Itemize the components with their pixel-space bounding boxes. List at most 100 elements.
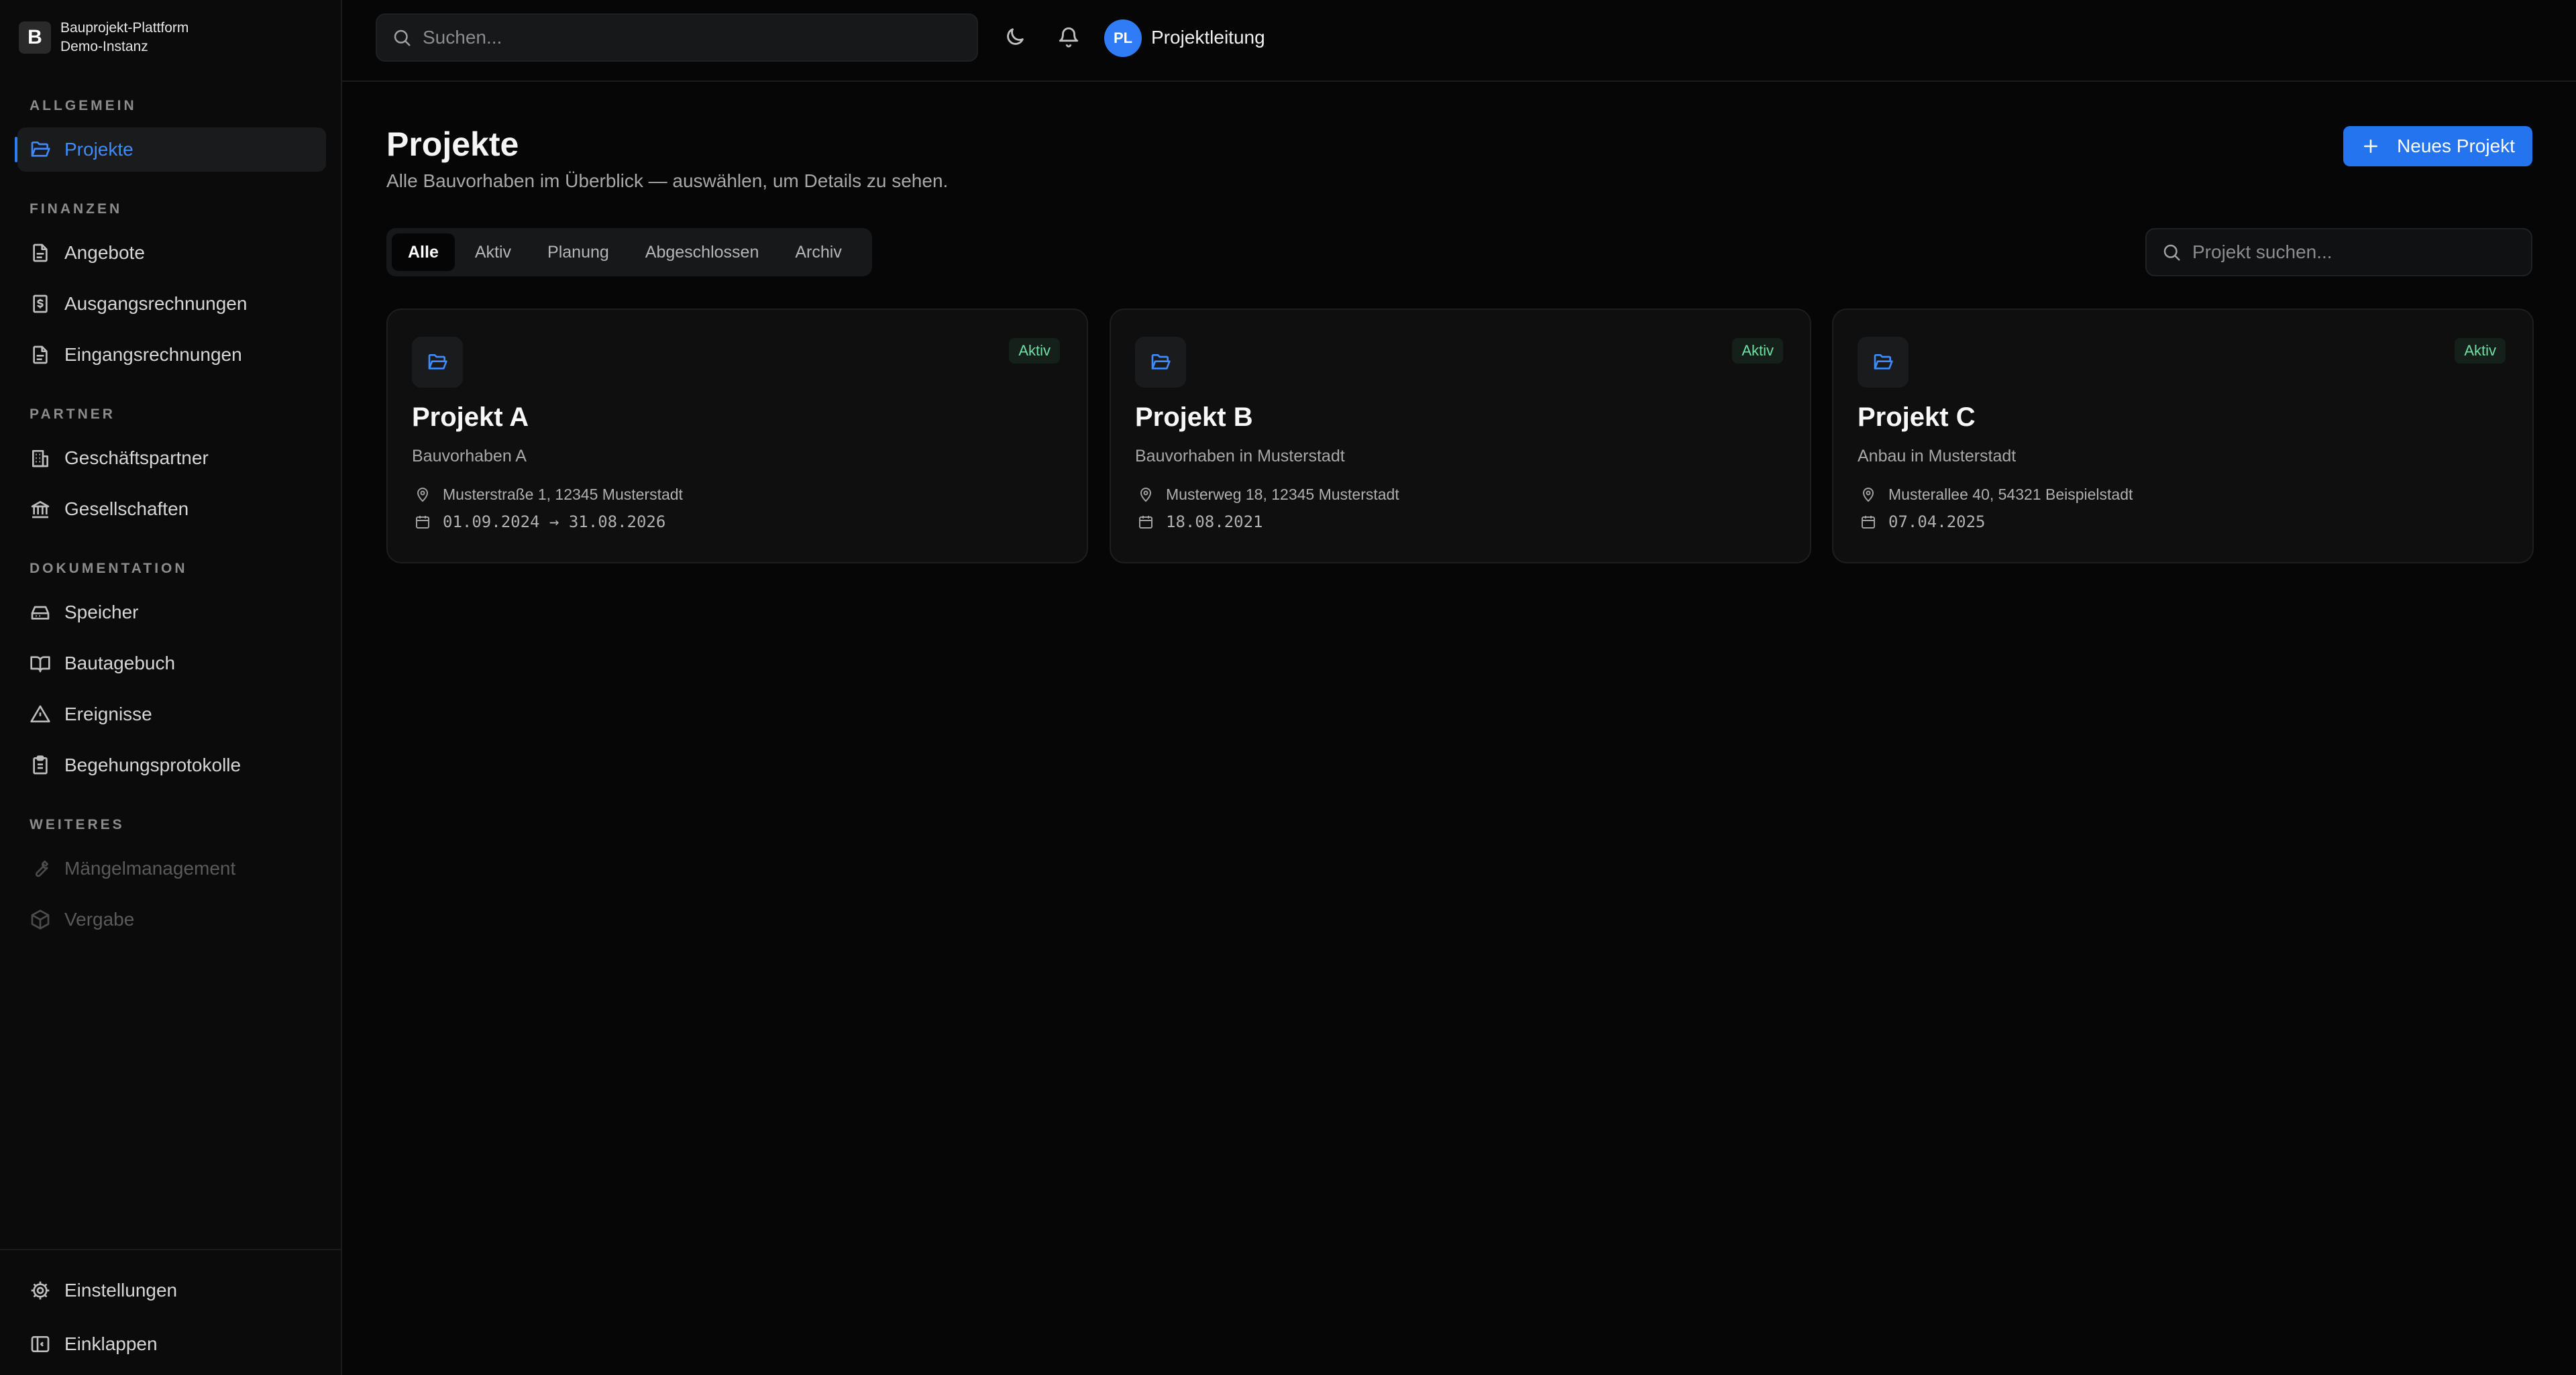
project-description: Anbau in Musterstadt [1858,447,2017,465]
topbar: PL Projektleitung [342,0,2576,82]
alert-triangle-icon [30,704,51,725]
tab-planung[interactable]: Planung [531,233,625,271]
sidebar-item-gesellschaften[interactable]: Gesellschaften [17,487,326,531]
sidebar-item-label: Ausgangsrechnungen [64,293,248,314]
project-card-c[interactable]: Aktiv Projekt C Anbau in Musterstadt Mus… [1832,309,2534,563]
sidebar-item-angebote[interactable]: Angebote [17,231,326,275]
sidebar-item-label: Gesellschaften [64,498,189,519]
calendar-icon [1860,514,1876,530]
sidebar-item-ereignisse[interactable]: Ereignisse [17,692,326,736]
tab-archiv[interactable]: Archiv [779,233,857,271]
project-title: Projekt C [1858,402,1976,432]
search-icon [2161,242,2182,262]
project-address-text: Musterstraße 1, 12345 Musterstadt [443,486,683,503]
project-address: Musterweg 18, 12345 Musterstadt [1138,486,1399,504]
sidebar-item-label: Projekte [64,139,133,160]
folder-open-icon [30,139,51,160]
project-address: Musterallee 40, 54321 Beispielstadt [1860,486,2133,504]
status-badge: Aktiv [2455,338,2506,364]
file-text-icon [30,242,51,264]
sidebar-item-label: Angebote [64,242,145,263]
sidebar-item-vergabe[interactable]: Vergabe [17,897,326,942]
panel-left-close-icon [30,1333,51,1355]
project-date-text: 18.08.2021 [1166,512,1263,531]
project-folder-icon [1858,337,1909,388]
map-pin-icon [415,487,431,503]
map-pin-icon [1138,487,1154,503]
global-search-input[interactable] [423,27,946,48]
map-pin-icon [1860,487,1876,503]
brand-name: Bauprojekt-Plattform [60,20,189,36]
sidebar-item-projekte[interactable]: Projekte [15,127,326,172]
status-badge: Aktiv [1009,338,1060,364]
sidebar-item-label: Einklappen [64,1333,158,1354]
bell-icon[interactable] [1057,25,1080,48]
wrench-icon [30,858,51,879]
project-address-text: Musterweg 18, 12345 Musterstadt [1166,486,1399,503]
project-search[interactable] [2145,228,2532,276]
sidebar-item-begehungsprotokolle[interactable]: Begehungsprotokolle [17,743,326,787]
file-text-icon [30,344,51,366]
project-date-text: 01.09.2024 → 31.08.2026 [443,512,666,531]
nav-section-weiteres: WEITERES [30,817,125,832]
building-icon [30,447,51,469]
project-search-input[interactable] [2192,241,2514,263]
nav-section-finanzen: FINANZEN [30,201,123,217]
status-badge: Aktiv [1732,338,1783,364]
project-date: 07.04.2025 [1860,512,1986,531]
project-card-a[interactable]: Aktiv Projekt A Bauvorhaben A Musterstra… [386,309,1088,563]
project-title: Projekt B [1135,402,1253,432]
project-date: 01.09.2024 → 31.08.2026 [415,512,665,531]
sidebar-item-ausgangsrechnungen[interactable]: Ausgangsrechnungen [17,282,326,326]
plus-icon [2361,136,2381,156]
project-title: Projekt A [412,402,529,432]
tab-alle[interactable]: Alle [392,233,455,271]
sidebar-item-label: Speicher [64,602,139,622]
user-name[interactable]: Projektleitung [1151,27,1265,48]
sidebar-divider [0,1249,341,1250]
sidebar-item-label: Vergabe [64,909,135,930]
sidebar-item-label: Geschäftspartner [64,447,209,468]
project-folder-icon [1135,337,1186,388]
tab-aktiv[interactable]: Aktiv [459,233,527,271]
project-address: Musterstraße 1, 12345 Musterstadt [415,486,683,504]
project-folder-icon [412,337,463,388]
sidebar-item-einstellungen[interactable]: Einstellungen [17,1268,326,1313]
global-search[interactable] [376,13,978,62]
landmark-icon [30,498,51,520]
page-subtitle: Alle Bauvorhaben im Überblick — auswähle… [386,170,949,191]
moon-icon[interactable] [1004,25,1026,48]
nav-section-allgemein: ALLGEMEIN [30,98,137,113]
sidebar-item-bautagebuch[interactable]: Bautagebuch [17,641,326,685]
sidebar: B Bauprojekt-Plattform Demo-Instanz ALLG… [0,0,342,1375]
page-title: Projekte [386,125,519,163]
calendar-icon [415,514,431,530]
sidebar-item-label: Mängelmanagement [64,858,236,879]
sidebar-item-geschaeftspartner[interactable]: Geschäftspartner [17,436,326,480]
sidebar-item-label: Begehungsprotokolle [64,755,241,775]
receipt-dollar-icon [30,293,51,315]
tab-abgeschlossen[interactable]: Abgeschlossen [629,233,775,271]
sidebar-item-speicher[interactable]: Speicher [17,590,326,635]
book-open-icon [30,653,51,674]
project-description: Bauvorhaben in Musterstadt [1135,447,1345,465]
brand[interactable]: B Bauprojekt-Plattform Demo-Instanz [19,19,189,56]
new-project-button[interactable]: Neues Projekt [2343,126,2532,166]
sidebar-item-label: Einstellungen [64,1280,178,1301]
brand-instance: Demo-Instanz [60,39,148,54]
gear-icon [30,1280,51,1301]
sidebar-item-maengelmanagement[interactable]: Mängelmanagement [17,846,326,891]
project-card-b[interactable]: Aktiv Projekt B Bauvorhaben in Mustersta… [1110,309,1811,563]
sidebar-item-label: Eingangsrechnungen [64,344,242,365]
project-date: 18.08.2021 [1138,512,1263,531]
sidebar-item-eingangsrechnungen[interactable]: Eingangsrechnungen [17,333,326,377]
sidebar-collapse-button[interactable]: Einklappen [17,1322,326,1366]
clipboard-list-icon [30,755,51,776]
project-date-text: 07.04.2025 [1888,512,1986,531]
avatar[interactable]: PL [1104,19,1142,57]
calendar-icon [1138,514,1154,530]
project-address-text: Musterallee 40, 54321 Beispielstadt [1888,486,2133,503]
new-project-label: Neues Projekt [2397,135,2515,156]
nav-section-dokumentation: DOKUMENTATION [30,561,188,576]
brand-logo: B [19,21,51,54]
